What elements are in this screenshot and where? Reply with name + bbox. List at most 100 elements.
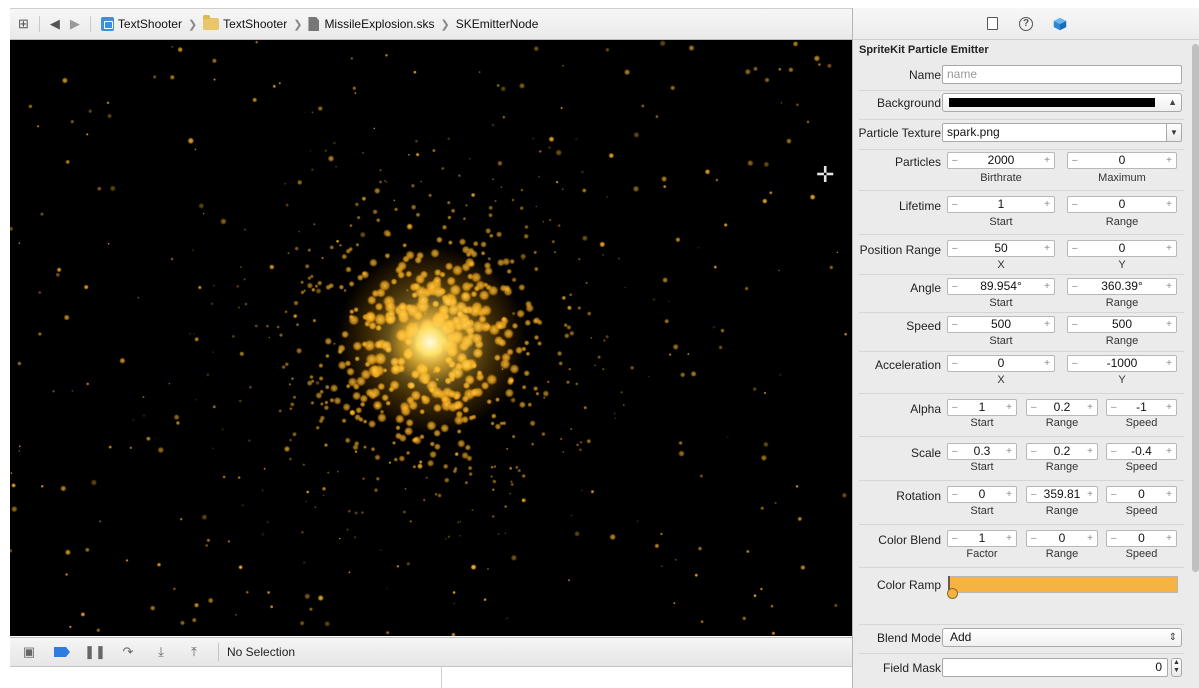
position-x-value[interactable]: 50	[962, 241, 1040, 256]
breadcrumb-folder[interactable]: TextShooter	[203, 15, 287, 31]
minus-icon[interactable]: –	[952, 317, 958, 332]
color-ramp-gradient[interactable]	[948, 576, 1178, 593]
speed-start-stepper[interactable]: – 500 +	[947, 316, 1055, 333]
plus-icon[interactable]: +	[1166, 317, 1172, 332]
plus-icon[interactable]: +	[1087, 444, 1093, 459]
minus-icon[interactable]: –	[952, 356, 958, 371]
breadcrumb-file[interactable]: MissileExplosion.sks	[308, 17, 434, 31]
rotation-start-stepper[interactable]: – 0 +	[947, 486, 1017, 503]
acceleration-x-value[interactable]: 0	[962, 356, 1040, 371]
speed-start-value[interactable]: 500	[962, 317, 1040, 332]
plus-icon[interactable]: +	[1006, 400, 1012, 415]
rotation-range-stepper[interactable]: – 359.81 +	[1026, 486, 1098, 503]
minus-icon[interactable]: –	[1072, 153, 1078, 168]
background-color-well[interactable]: ▲	[942, 93, 1182, 112]
breadcrumb-node[interactable]: SKEmitterNode	[456, 17, 539, 31]
step-into-icon[interactable]: ⤓	[152, 643, 170, 661]
position-y-value[interactable]: 0	[1082, 241, 1162, 256]
attributes-inspector-tab[interactable]	[1053, 17, 1067, 31]
field-mask-stepper[interactable]: ▲ ▼	[1171, 658, 1182, 677]
breakpoints-toggle-icon[interactable]	[53, 643, 71, 661]
scale-range-stepper[interactable]: – 0.2 +	[1026, 443, 1098, 460]
lifetime-range-stepper[interactable]: – 0 +	[1067, 196, 1177, 213]
color-blend-speed-stepper[interactable]: – 0 +	[1106, 530, 1177, 547]
plus-icon[interactable]: +	[1166, 487, 1172, 502]
lifetime-start-value[interactable]: 1	[962, 197, 1040, 212]
speed-range-value[interactable]: 500	[1082, 317, 1162, 332]
angle-start-value[interactable]: 89.954°	[962, 279, 1040, 294]
minus-icon[interactable]: –	[952, 531, 958, 546]
color-blend-factor-value[interactable]: 1	[962, 531, 1002, 546]
maximum-stepper[interactable]: – 0 +	[1067, 152, 1177, 169]
particle-texture-combo[interactable]: spark.png ▼	[942, 123, 1182, 142]
plus-icon[interactable]: +	[1044, 153, 1050, 168]
birthrate-value[interactable]: 2000	[962, 153, 1040, 168]
plus-icon[interactable]: +	[1087, 400, 1093, 415]
alpha-speed-value[interactable]: -1	[1121, 400, 1162, 415]
minus-icon[interactable]: –	[1072, 241, 1078, 256]
related-items-icon[interactable]: ⊞	[18, 16, 29, 32]
plus-icon[interactable]: +	[1166, 444, 1172, 459]
minus-icon[interactable]: –	[952, 241, 958, 256]
minus-icon[interactable]: –	[952, 487, 958, 502]
plus-icon[interactable]: +	[1087, 487, 1093, 502]
rotation-speed-stepper[interactable]: – 0 +	[1106, 486, 1177, 503]
plus-icon[interactable]: +	[1166, 241, 1172, 256]
plus-icon[interactable]: +	[1006, 444, 1012, 459]
breadcrumb-project[interactable]: TextShooter	[100, 17, 182, 31]
particle-preview-canvas[interactable]: ✛	[10, 40, 852, 636]
file-inspector-tab[interactable]	[985, 17, 999, 31]
minus-icon[interactable]: –	[1072, 197, 1078, 212]
rotation-speed-value[interactable]: 0	[1121, 487, 1162, 502]
blend-mode-popup[interactable]: Add ⇕	[942, 628, 1182, 647]
plus-icon[interactable]: +	[1044, 197, 1050, 212]
plus-icon[interactable]: +	[1166, 356, 1172, 371]
field-mask-input[interactable]: 0	[942, 658, 1168, 677]
chevron-down-icon[interactable]: ▼	[1166, 124, 1181, 141]
plus-icon[interactable]: +	[1166, 531, 1172, 546]
scale-start-value[interactable]: 0.3	[962, 444, 1002, 459]
quick-help-tab[interactable]: ?	[1019, 16, 1033, 31]
plus-icon[interactable]: +	[1166, 197, 1172, 212]
color-blend-factor-stepper[interactable]: – 1 +	[947, 530, 1017, 547]
minus-icon[interactable]: –	[1031, 400, 1037, 415]
speed-range-stepper[interactable]: – 500 +	[1067, 316, 1177, 333]
angle-range-stepper[interactable]: – 360.39° +	[1067, 278, 1177, 295]
rotation-start-value[interactable]: 0	[962, 487, 1002, 502]
maximum-value[interactable]: 0	[1082, 153, 1162, 168]
plus-icon[interactable]: +	[1006, 531, 1012, 546]
minus-icon[interactable]: –	[1031, 444, 1037, 459]
color-blend-speed-value[interactable]: 0	[1121, 531, 1162, 546]
inspector-scrollbar-thumb[interactable]	[1192, 44, 1199, 572]
plus-icon[interactable]: +	[1166, 153, 1172, 168]
minus-icon[interactable]: –	[1072, 279, 1078, 294]
minus-icon[interactable]: –	[952, 197, 958, 212]
minus-icon[interactable]: –	[1072, 317, 1078, 332]
color-blend-range-value[interactable]: 0	[1041, 531, 1083, 546]
minus-icon[interactable]: –	[952, 400, 958, 415]
minus-icon[interactable]: –	[952, 444, 958, 459]
minus-icon[interactable]: –	[952, 153, 958, 168]
scale-start-stepper[interactable]: – 0.3 +	[947, 443, 1017, 460]
minus-icon[interactable]: –	[1111, 487, 1117, 502]
forward-arrow-icon[interactable]: ▶	[70, 16, 80, 32]
hide-debug-area-icon[interactable]: ▣	[20, 643, 38, 661]
acceleration-x-stepper[interactable]: – 0 +	[947, 355, 1055, 372]
color-blend-range-stepper[interactable]: – 0 +	[1026, 530, 1098, 547]
minus-icon[interactable]: –	[1072, 356, 1078, 371]
plus-icon[interactable]: +	[1166, 400, 1172, 415]
scale-speed-stepper[interactable]: – -0.4 +	[1106, 443, 1177, 460]
lifetime-start-stepper[interactable]: – 1 +	[947, 196, 1055, 213]
name-input[interactable]: name	[942, 65, 1182, 84]
minus-icon[interactable]: –	[1031, 531, 1037, 546]
lifetime-range-value[interactable]: 0	[1082, 197, 1162, 212]
minus-icon[interactable]: –	[1111, 531, 1117, 546]
back-arrow-icon[interactable]: ◀	[50, 16, 60, 32]
pause-icon[interactable]: ❚❚	[84, 643, 106, 661]
plus-icon[interactable]: +	[1044, 279, 1050, 294]
alpha-range-stepper[interactable]: – 0.2 +	[1026, 399, 1098, 416]
position-x-stepper[interactable]: – 50 +	[947, 240, 1055, 257]
alpha-start-value[interactable]: 1	[962, 400, 1002, 415]
scale-speed-value[interactable]: -0.4	[1121, 444, 1162, 459]
step-out-icon[interactable]: ⤒	[185, 643, 203, 661]
